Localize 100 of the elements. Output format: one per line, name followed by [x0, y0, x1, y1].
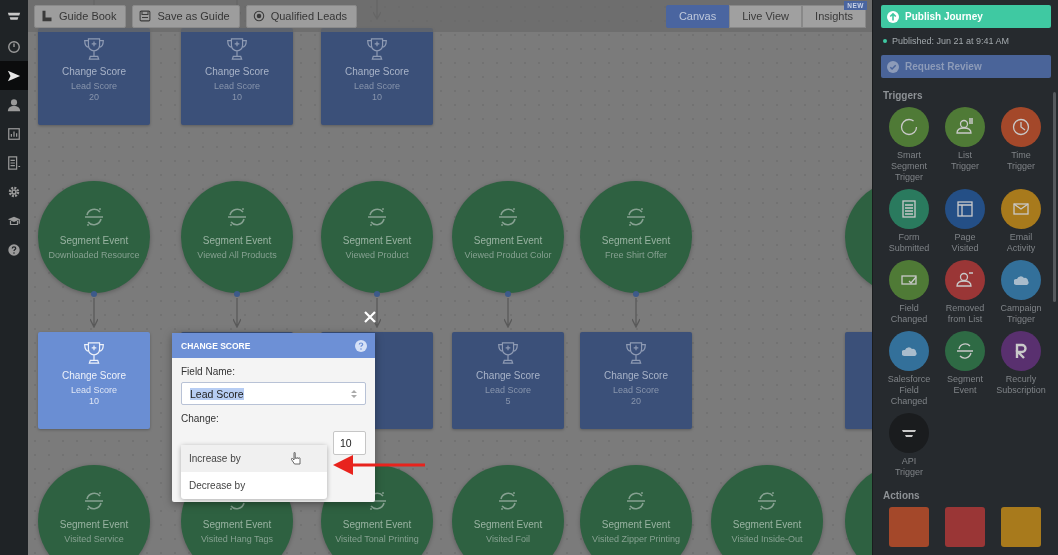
field-name-label: Field Name:: [181, 366, 236, 377]
publish-journey-button[interactable]: Publish Journey: [881, 5, 1051, 28]
toolbar-button[interactable]: Save as Guide: [132, 4, 240, 28]
node-field: Lead Score: [213, 81, 260, 92]
check-icon: [887, 60, 899, 73]
event-node[interactable]: Segment Event Downloaded Resource: [38, 181, 150, 293]
trigger-icon[interactable]: [945, 107, 985, 147]
node-value: 10: [232, 92, 242, 103]
connector-dot[interactable]: [505, 291, 511, 297]
trigger-label: Campaign Trigger: [1000, 303, 1042, 325]
scrollbar[interactable]: [1053, 92, 1056, 302]
connector-dot[interactable]: [374, 291, 380, 297]
node-event: Visited Inside-Out: [730, 534, 804, 545]
view-tab[interactable]: Live View: [729, 4, 803, 28]
trigger-icon[interactable]: [1001, 331, 1041, 371]
node-title: Segment Event: [59, 234, 129, 247]
help-icon: [7, 242, 21, 257]
dialog-title: CHANGE SCORE: [181, 340, 251, 351]
trigger-label: Page Visited: [950, 232, 980, 254]
trigger-icon[interactable]: [945, 189, 985, 229]
node-title: Segment Event: [202, 234, 272, 247]
cloud-icon: [901, 345, 917, 357]
request-review-button[interactable]: Request Review: [881, 55, 1051, 78]
change-label: Change:: [181, 413, 220, 424]
field-name-select[interactable]: Lead Score: [181, 382, 366, 405]
trigger-icon[interactable]: [1001, 260, 1041, 300]
hand-cursor-icon: [290, 452, 301, 465]
section-heading: Triggers: [883, 90, 924, 101]
trigger-icon[interactable]: [889, 413, 929, 453]
action-tile[interactable]: [1001, 507, 1041, 547]
trigger-label: Field Changed: [890, 303, 928, 325]
node-event: Visited Zipper Printing: [591, 534, 681, 545]
node-value: 5: [505, 396, 511, 407]
node-title: Segment Event: [601, 518, 671, 531]
nav-item[interactable]: [0, 61, 28, 90]
node-event: Free Shirt Offer: [604, 250, 668, 261]
trigger-icon[interactable]: [889, 260, 929, 300]
node-event: Visited Tonal Printing: [334, 534, 420, 545]
event-node[interactable]: Segment Event Visited Inside-Out: [711, 465, 823, 555]
trigger-icon[interactable]: [1001, 107, 1041, 147]
score-node[interactable]: Change Score Lead Score 5: [452, 332, 564, 429]
view-tab[interactable]: Canvas: [665, 4, 730, 28]
event-node[interactable]: Segment Event Viewed All Products: [181, 181, 293, 293]
segment-icon: [624, 489, 648, 513]
stacked-bars-icon: [902, 429, 916, 437]
node-field: Lead Score: [612, 385, 659, 396]
action-tile[interactable]: [945, 507, 985, 547]
send-icon: [7, 68, 21, 83]
connector-dot[interactable]: [91, 291, 97, 297]
cloud-icon: [1013, 274, 1029, 286]
trigger-label: Time Trigger: [1006, 150, 1036, 172]
node-title: Segment Event: [732, 518, 802, 531]
node-field: Lead Score: [70, 81, 117, 92]
segment-icon: [496, 205, 520, 229]
node-title: Change Score: [62, 369, 126, 382]
connector-dot[interactable]: [633, 291, 639, 297]
chart-icon: [7, 126, 21, 141]
score-node[interactable]: Change Score Lead Score 20: [580, 332, 692, 429]
target-icon: [252, 10, 265, 22]
node-title: Segment Event: [473, 518, 543, 531]
trigger-icon[interactable]: [1001, 189, 1041, 229]
node-title: Segment Event: [601, 234, 671, 247]
dropdown-option[interactable]: Increase by: [181, 445, 327, 472]
action-tile[interactable]: [889, 507, 929, 547]
node-event: Viewed Product Color: [463, 250, 553, 261]
upload-icon: [887, 10, 899, 23]
status-dot: [883, 39, 887, 43]
event-node[interactable]: Segment Event Visited Zipper Printing: [580, 465, 692, 555]
section-heading: Actions: [883, 490, 921, 501]
trigger-label: Email Activity: [1006, 232, 1036, 254]
trigger-icon[interactable]: [945, 260, 985, 300]
connector-dot[interactable]: [234, 291, 240, 297]
segment-icon: [225, 205, 249, 229]
trigger-icon[interactable]: [889, 331, 929, 371]
close-icon[interactable]: [363, 310, 377, 324]
toolbar-button[interactable]: Guide Book: [34, 4, 127, 28]
trigger-icon[interactable]: [945, 331, 985, 371]
node-title: Segment Event: [473, 234, 543, 247]
book-icon: [41, 10, 53, 22]
toolbar-button[interactable]: Qualified Leads: [245, 4, 358, 28]
trigger-label: Salesforce Field Changed: [887, 374, 931, 407]
trophy-icon: [495, 340, 521, 366]
node-value: 10: [372, 92, 382, 103]
event-node[interactable]: Segment Event Visited Foil: [452, 465, 564, 555]
event-node[interactable]: Segment Event Visited Service: [38, 465, 150, 555]
node-event: Viewed Product: [344, 250, 410, 261]
trigger-icon[interactable]: [889, 107, 929, 147]
floppy-icon: [139, 10, 152, 22]
person-icon: [7, 97, 21, 112]
amount-field[interactable]: 10: [333, 431, 366, 455]
trophy-icon: [81, 36, 107, 62]
node-event: Viewed All Products: [196, 250, 278, 261]
node-title: Change Score: [205, 65, 269, 78]
segment-icon: [365, 205, 389, 229]
connector-arrow: [233, 298, 241, 328]
trigger-icon[interactable]: [889, 189, 929, 229]
event-node[interactable]: Segment Event Free Shirt Offer: [580, 181, 692, 293]
event-node[interactable]: Segment Event Viewed Product: [321, 181, 433, 293]
score-node[interactable]: Change Score Lead Score 10: [38, 332, 150, 429]
event-node[interactable]: Segment Event Viewed Product Color: [452, 181, 564, 293]
